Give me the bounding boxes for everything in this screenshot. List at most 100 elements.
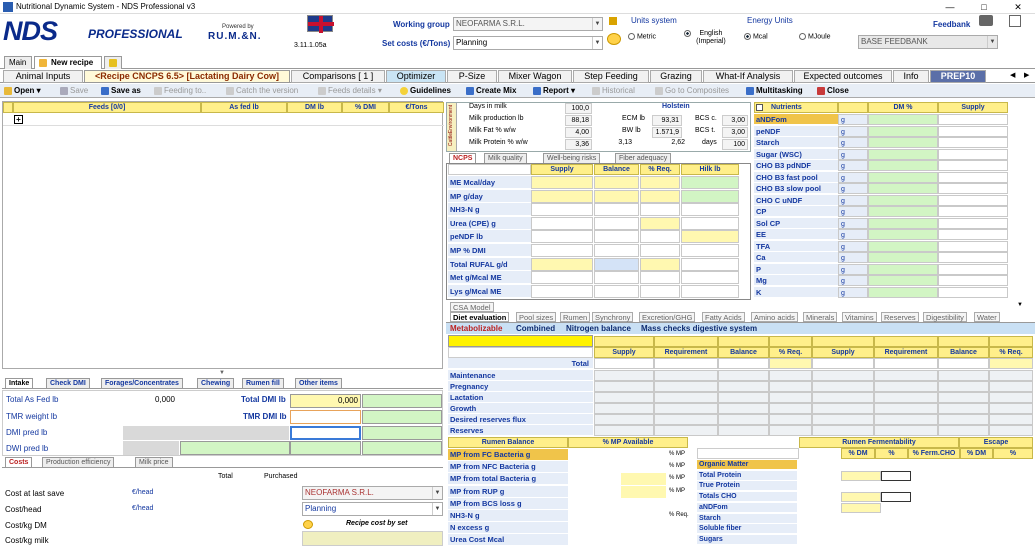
tab-grazing[interactable]: Grazing <box>650 70 702 83</box>
ncps-cell[interactable] <box>640 189 680 203</box>
catch-version-button[interactable]: Catch the version <box>226 84 298 98</box>
diet-col-header[interactable]: Balance <box>938 347 989 358</box>
ncps-cell[interactable] <box>531 271 593 285</box>
nutrient-supply-cell[interactable] <box>938 137 1008 148</box>
nutrient-supply-cell[interactable] <box>938 183 1008 194</box>
rumen-balance-cell[interactable] <box>621 485 666 498</box>
tab-prep10[interactable]: PREP10 <box>930 70 986 83</box>
nutrient-dm-cell[interactable] <box>868 183 938 194</box>
diet-cell[interactable] <box>938 392 989 403</box>
tab-recipe[interactable]: <Recipe CNCPS 6.5> [Lactating Dairy Cow] <box>84 70 290 83</box>
nutrient-supply-cell[interactable] <box>938 263 1008 275</box>
ncps-cell[interactable] <box>594 203 639 217</box>
ncps-cell[interactable] <box>640 244 680 257</box>
tmr-dmi-input[interactable] <box>290 410 361 424</box>
rumen-balance-row-label[interactable]: MP from FC Bacteria g <box>448 449 568 461</box>
diet-cell[interactable] <box>812 403 874 414</box>
tab-add-new[interactable] <box>104 56 122 69</box>
energy-mjoule-option[interactable]: MJoule <box>799 33 831 40</box>
ncps-cell[interactable] <box>640 284 680 298</box>
tab-info[interactable]: Info <box>893 70 929 83</box>
diet-cell[interactable] <box>874 392 938 403</box>
diet-col-header[interactable]: Requirement <box>654 347 718 358</box>
rumen-balance-cell[interactable] <box>621 461 666 473</box>
ncps-cell[interactable] <box>594 284 639 298</box>
collapse-icon[interactable]: ▼ <box>1017 302 1023 308</box>
ncps-cell[interactable] <box>531 230 593 244</box>
nutrient-dm-cell[interactable] <box>868 148 938 160</box>
ncps-cell[interactable] <box>531 284 593 298</box>
ncps-cell[interactable] <box>594 257 639 271</box>
diet-cell[interactable] <box>594 392 654 403</box>
rumen-balance-cell[interactable] <box>621 534 666 546</box>
diet-cell[interactable] <box>769 403 812 414</box>
ferm-cell[interactable] <box>841 492 881 503</box>
diet-cell[interactable] <box>718 392 769 403</box>
nutrient-dm-cell[interactable] <box>868 194 938 206</box>
supplier-select[interactable]: NEOFARMA S.R.L. ▼ <box>302 486 443 500</box>
ncps-cell[interactable] <box>531 216 593 230</box>
nutrient-dm-cell[interactable] <box>868 137 938 148</box>
smiley-icon[interactable] <box>607 33 621 45</box>
diet-cell[interactable] <box>874 381 938 392</box>
working-group-select[interactable]: NEOFARMA S.R.L. ▼ <box>453 17 603 31</box>
nutrient-supply-cell[interactable] <box>938 160 1008 171</box>
ncps-cell[interactable] <box>681 189 739 203</box>
diet-cell[interactable] <box>594 370 654 381</box>
diet-cell[interactable] <box>594 414 654 425</box>
ncps-cell[interactable] <box>681 203 739 217</box>
rumen-balance-row-label[interactable]: MP from total Bacteria g <box>448 473 568 486</box>
feeding-to-button[interactable]: Feeding to.. <box>154 84 206 98</box>
radio-mcal[interactable] <box>744 33 751 40</box>
tab-milk-price[interactable]: Milk price <box>135 457 173 467</box>
diet-total-cell[interactable] <box>812 358 874 369</box>
diet-cell[interactable] <box>938 370 989 381</box>
diet-cell[interactable] <box>769 370 812 381</box>
ferm-col-header[interactable]: % <box>993 448 1033 459</box>
nutrients-checkbox[interactable] <box>756 104 763 111</box>
nutrient-row-label[interactable]: CHO C uNDF <box>754 194 838 206</box>
diet-cell[interactable] <box>654 370 718 381</box>
nutrient-row-label[interactable]: EE <box>754 229 838 240</box>
nutrient-supply-cell[interactable] <box>938 148 1008 160</box>
ncps-cell[interactable] <box>681 176 739 189</box>
radio-english[interactable] <box>684 30 691 37</box>
diet-cell[interactable] <box>769 414 812 425</box>
diet-cell[interactable] <box>718 381 769 392</box>
ncps-cell[interactable] <box>594 230 639 244</box>
open-button[interactable]: Open ▾ <box>4 84 41 98</box>
report-button[interactable]: Report ▾ <box>533 84 575 98</box>
nutrient-dm-cell[interactable] <box>868 286 938 298</box>
ncps-cell[interactable] <box>531 189 593 203</box>
ncps-cell[interactable] <box>594 244 639 257</box>
ncps-cell[interactable] <box>531 257 593 271</box>
nutrient-supply-cell[interactable] <box>938 240 1008 252</box>
close-recipe-button[interactable]: Close <box>817 84 849 98</box>
rumen-balance-row-label[interactable]: NH3-N g <box>448 510 568 522</box>
diet-cell[interactable] <box>654 425 718 436</box>
nutrient-row-label[interactable]: CHO B3 pdNDF <box>754 160 838 171</box>
ferm-row-label[interactable]: Total Protein <box>697 470 797 481</box>
rumen-balance-row-label[interactable]: MP from BCS loss g <box>448 497 568 510</box>
rumen-balance-cell[interactable] <box>621 449 666 461</box>
ferm-row-label[interactable]: Totals CHO <box>697 492 797 503</box>
ncps-cell[interactable] <box>681 230 739 244</box>
mp-available-header[interactable]: % MP Available <box>568 437 688 448</box>
ferm-row-label[interactable]: Sugars <box>697 534 797 545</box>
ferm-col-header[interactable]: % Ferm.CHO <box>908 448 960 459</box>
tab-costs[interactable]: Costs <box>5 457 33 467</box>
nutrient-dm-cell[interactable] <box>868 171 938 183</box>
printer-icon[interactable] <box>979 15 993 26</box>
nutrient-row-label[interactable]: Starch <box>754 137 838 148</box>
diet-cell[interactable] <box>938 414 989 425</box>
nutrient-row-label[interactable]: aNDFom <box>754 114 838 125</box>
diet-total-cell[interactable] <box>769 358 812 369</box>
as-fed-header[interactable]: As fed lb <box>201 102 287 113</box>
tab-new-recipe[interactable]: New recipe <box>34 56 102 69</box>
tab-production-efficiency[interactable]: Production efficiency <box>42 457 115 467</box>
ncps-cell[interactable] <box>640 176 680 189</box>
ferm-row-label[interactable]: aNDFom <box>697 502 797 513</box>
radio-mjoule[interactable] <box>799 33 806 40</box>
ncps-cell[interactable] <box>681 244 739 257</box>
diet-cell[interactable] <box>718 414 769 425</box>
